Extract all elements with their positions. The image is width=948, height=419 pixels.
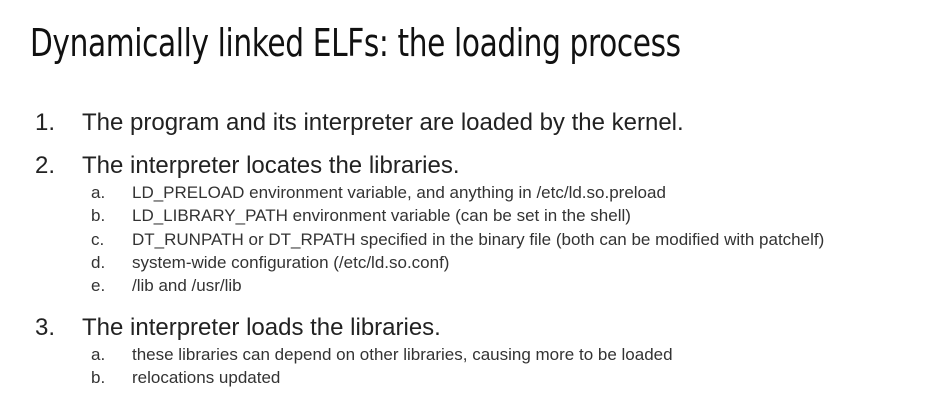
substep-2b: b. LD_LIBRARY_PATH environment variable … bbox=[0, 204, 948, 227]
step-number: 1. bbox=[35, 109, 56, 136]
step-text: The interpreter loads the libraries. bbox=[82, 314, 441, 341]
substep-letter: b. bbox=[91, 206, 106, 225]
substep-3b: b. relocations updated bbox=[0, 366, 948, 389]
substep-letter: a. bbox=[91, 345, 106, 364]
substep-letter: a. bbox=[91, 183, 106, 202]
substep-letter: c. bbox=[91, 230, 105, 249]
step-text: The program and its interpreter are load… bbox=[82, 109, 684, 136]
substep-text: system-wide configuration (/etc/ld.so.co… bbox=[132, 253, 450, 272]
step-number: 3. bbox=[35, 314, 56, 341]
substep-2c: c. DT_RUNPATH or DT_RPATH specified in t… bbox=[0, 228, 948, 251]
substep-2d: d. system-wide configuration (/etc/ld.so… bbox=[0, 251, 948, 274]
substep-text: /lib and /usr/lib bbox=[132, 276, 242, 295]
step-text: The interpreter locates the libraries. bbox=[82, 152, 460, 179]
substep-letter: d. bbox=[91, 253, 106, 272]
substep-text: relocations updated bbox=[132, 368, 281, 387]
substep-letter: e. bbox=[91, 276, 106, 295]
step-number: 2. bbox=[35, 152, 56, 179]
substep-3a: a. these libraries can depend on other l… bbox=[0, 343, 948, 366]
slide-title: Dynamically linked ELFs: the loading pro… bbox=[30, 21, 681, 65]
substep-text: LD_LIBRARY_PATH environment variable (ca… bbox=[132, 206, 631, 225]
substep-letter: b. bbox=[91, 368, 106, 387]
substep-2a: a. LD_PRELOAD environment variable, and … bbox=[0, 181, 948, 204]
substep-2e: e. /lib and /usr/lib bbox=[0, 274, 948, 297]
substep-text: LD_PRELOAD environment variable, and any… bbox=[132, 183, 666, 202]
substep-text: DT_RUNPATH or DT_RPATH specified in the … bbox=[132, 230, 825, 249]
substep-text: these libraries can depend on other libr… bbox=[132, 345, 673, 364]
